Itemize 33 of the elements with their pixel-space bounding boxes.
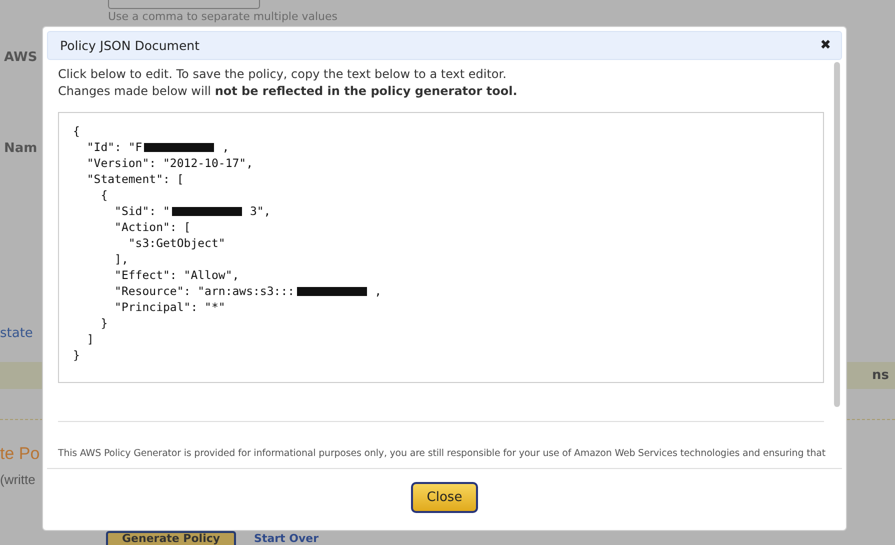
text-field[interactable]: [108, 0, 260, 9]
close-button[interactable]: Close: [410, 482, 478, 513]
scrollbar-thumb[interactable]: [834, 62, 840, 407]
code-line: "Version": "2012-10-17",: [86, 155, 254, 171]
policy-editor[interactable]: { "Id": "F , "Version": "2012-10-17", "Statement": [ { "Sid": " 3", "Action": [ "s3:GetObject" ], "Effect": "Allow", "Resource": "arn:aws:s3::: , "Principal": "*" } ] }: [58, 112, 824, 383]
close-icon[interactable]: ✖: [820, 38, 831, 53]
dialog-title: Policy JSON Document: [60, 38, 200, 53]
code-line: "Id": "F ,: [86, 139, 230, 155]
subtext: (writte: [0, 472, 36, 487]
warning-text: Changes made below will not be reflected in the policy generator tool.: [58, 83, 518, 100]
code-line: "Sid": " 3",: [114, 203, 272, 219]
hint-text: Use a comma to separate multiple values: [108, 11, 338, 23]
code-line: "Resource": "arn:aws:s3::: ,: [114, 283, 382, 299]
field-label: Nam: [3, 141, 38, 156]
code-line: "Principal": "*": [114, 299, 226, 315]
instruction-text: Click below to edit. To save the policy, copy the text below to a text editor.: [58, 66, 508, 83]
section-heading: te Po: [0, 444, 40, 464]
code-line: }: [100, 315, 109, 331]
code-line: ]: [86, 331, 95, 347]
code-line: "Statement": [: [86, 171, 185, 187]
disclaimer-text: This AWS Policy Generator is provided for informational purposes only, you are still responsible for your use of Amazon Web Services technologies and ensuring that: [58, 448, 824, 459]
code-line: ],: [114, 251, 130, 267]
code-line: "Effect": "Allow",: [114, 267, 240, 283]
start-over-link[interactable]: Start Over: [254, 533, 319, 545]
field-label: AWS: [3, 50, 38, 65]
code-line: {: [100, 187, 109, 203]
code-line: "Action": [: [114, 219, 192, 235]
code-line: {: [73, 123, 81, 139]
code-line: "s3:GetObject": [127, 235, 226, 251]
link-text[interactable]: state: [0, 326, 33, 341]
band-text: ns: [872, 368, 889, 383]
generate-policy-button[interactable]: Generate Policy: [106, 531, 236, 545]
code-line: }: [73, 347, 81, 363]
